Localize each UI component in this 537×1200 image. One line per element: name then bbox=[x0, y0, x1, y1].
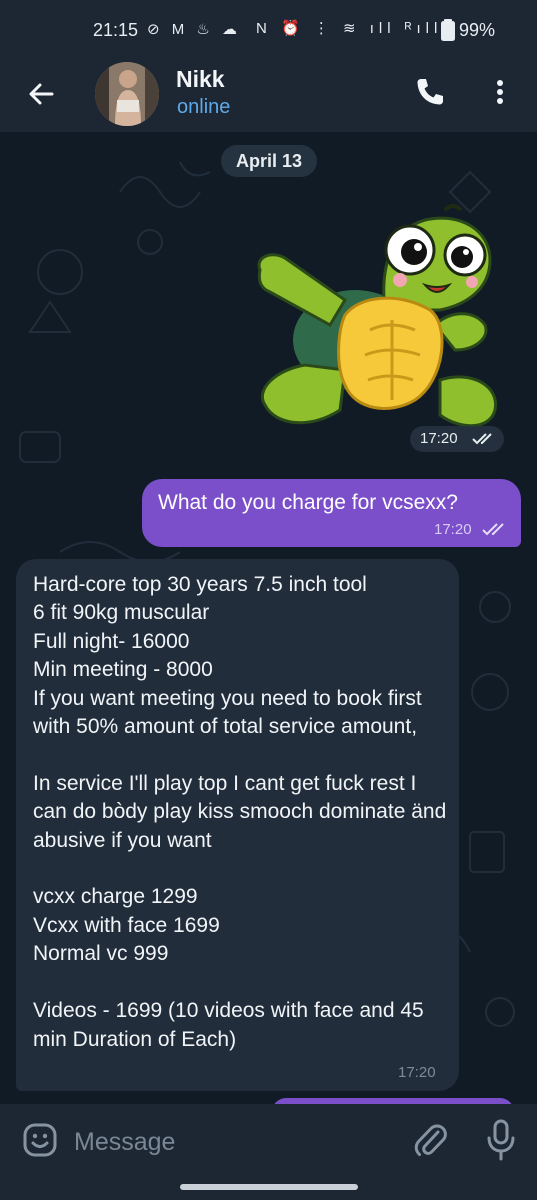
microphone-icon[interactable] bbox=[485, 1118, 517, 1162]
outgoing-message-time: 17:20 bbox=[434, 521, 472, 538]
more-vert-icon[interactable] bbox=[488, 74, 512, 110]
avatar-photo bbox=[95, 62, 159, 126]
battery-percent: 99% bbox=[459, 20, 496, 40]
chat-area[interactable]: April 13 17:20 What do you charge for vc… bbox=[0, 132, 537, 1104]
contact-name[interactable]: Nikk bbox=[176, 66, 225, 93]
double-check-icon bbox=[482, 523, 504, 536]
sticker-timestamp: 17:20 bbox=[410, 426, 504, 452]
double-check-icon bbox=[472, 433, 492, 445]
status-time: 21:15 bbox=[93, 20, 139, 40]
avatar[interactable] bbox=[95, 62, 159, 126]
notification-icons: ⊘ M ♨ ☁ bbox=[147, 21, 242, 38]
message-input-bar bbox=[0, 1104, 537, 1200]
turtle-sticker[interactable] bbox=[250, 200, 515, 450]
date-separator: April 13 bbox=[221, 145, 317, 177]
incoming-message[interactable]: Hard-core top 30 years 7.5 inch tool 6 f… bbox=[16, 559, 459, 1091]
chat-header: Nikk online bbox=[0, 58, 537, 132]
emoji-icon[interactable] bbox=[22, 1122, 58, 1158]
status-bar: 21:15 ⊘ M ♨ ☁ N ⏰ ⋮ ≋ ıll ᴿıll 99% bbox=[0, 0, 537, 58]
outgoing-message-text: What do you charge for vcsexx? bbox=[158, 491, 458, 514]
contact-status: online bbox=[177, 96, 231, 118]
sticker-time-text: 17:20 bbox=[420, 430, 458, 447]
battery-icon bbox=[441, 19, 455, 41]
paperclip-icon[interactable] bbox=[412, 1120, 448, 1160]
incoming-message-text: Hard-core top 30 years 7.5 inch tool 6 f… bbox=[33, 573, 447, 1051]
incoming-message-time: 17:20 bbox=[398, 1064, 436, 1081]
home-indicator[interactable] bbox=[180, 1184, 358, 1190]
back-arrow-icon[interactable] bbox=[22, 74, 62, 114]
system-icons: N ⏰ ⋮ ≋ ıll ᴿıll bbox=[256, 20, 443, 37]
message-input[interactable] bbox=[74, 1122, 384, 1162]
phone-icon[interactable] bbox=[412, 74, 448, 110]
outgoing-message[interactable]: What do you charge for vcsexx? 17:20 bbox=[142, 479, 521, 547]
